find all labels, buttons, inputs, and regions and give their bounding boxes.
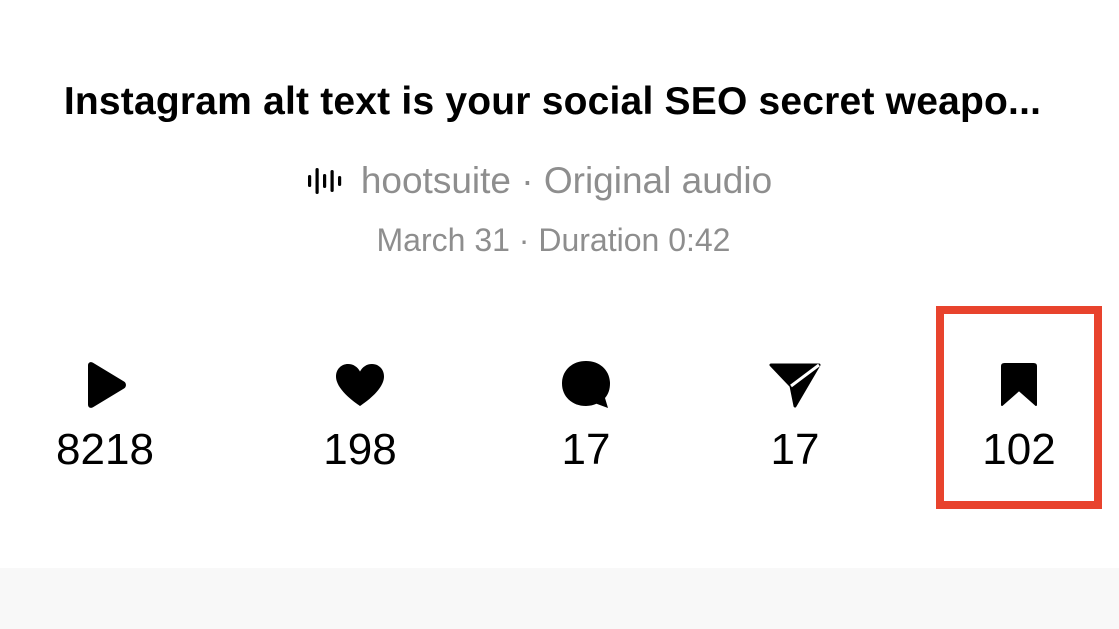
stat-shares: 17 (695, 360, 895, 474)
post-insights-card: Instagram alt text is your social SEO se… (0, 0, 1119, 568)
post-title: Instagram alt text is your social SEO se… (63, 80, 1042, 123)
audio-waveform-icon (307, 166, 343, 196)
shares-count: 17 (770, 425, 820, 474)
audio-attribution[interactable]: hootsuite · Original audio (0, 160, 1079, 202)
heart-icon (260, 360, 460, 410)
saves-highlight-box (936, 306, 1102, 509)
post-meta: March 31 · Duration 0:42 (376, 222, 731, 258)
stat-comments: 17 (486, 360, 686, 474)
comments-count: 17 (561, 425, 611, 474)
stat-likes: 198 (260, 360, 460, 474)
bottom-divider-band (0, 568, 1119, 629)
likes-count: 198 (323, 425, 397, 474)
share-icon (695, 360, 895, 410)
comment-icon (486, 360, 686, 410)
play-icon (5, 360, 205, 410)
plays-count: 8218 (56, 425, 154, 474)
stat-plays: 8218 (5, 360, 205, 474)
audio-label: hootsuite · Original audio (360, 160, 773, 201)
